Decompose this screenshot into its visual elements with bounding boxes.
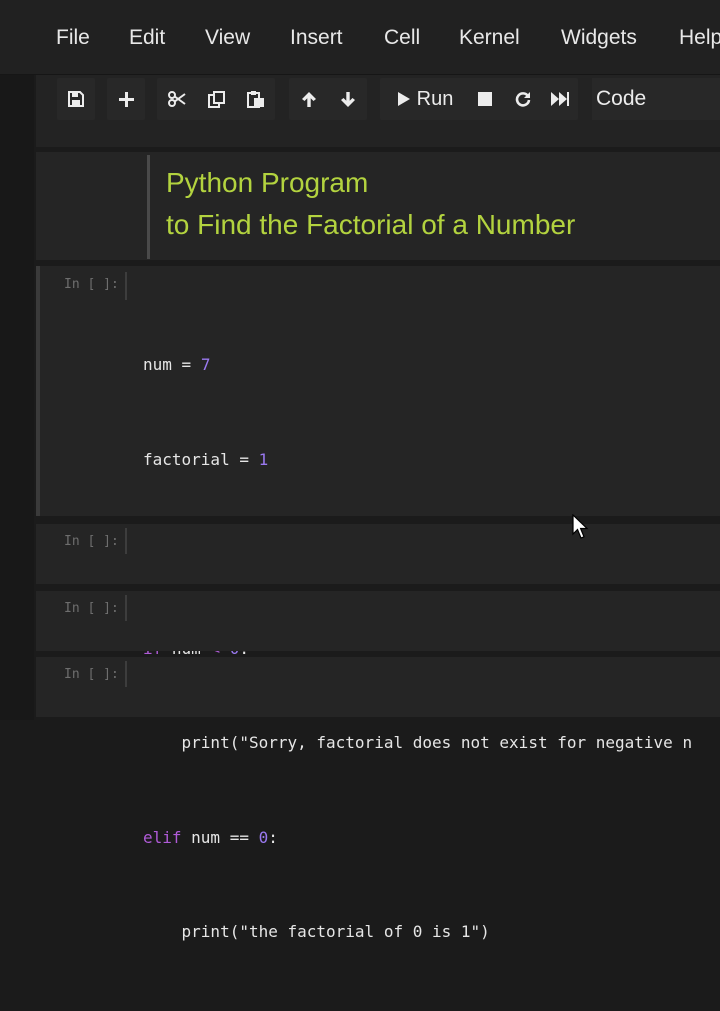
code-token: elif [143,827,182,847]
toolbar-group-run: Run [380,78,578,120]
menu-kernel[interactable]: Kernel [459,26,520,50]
copy-icon [208,90,225,108]
arrow-up-icon [302,91,316,107]
clipboard-icon [247,90,264,108]
code-cell[interactable]: In [ ]: num = 7 factorial = 1 if num < 0… [36,266,720,941]
menu-cell[interactable]: Cell [384,26,420,50]
cell-type-select[interactable]: Code [592,78,720,120]
cut-button[interactable] [157,78,197,120]
code-line: num = 7 [143,349,692,381]
empty-cell-2[interactable]: In [ ]: [36,591,720,651]
empty-cell-3[interactable]: In [ ]: [36,657,720,717]
move-up-button[interactable] [289,78,329,120]
code-token: = [229,449,259,469]
toolbar-group-move [289,78,367,120]
code-line: factorial = 1 [143,444,692,476]
play-icon [397,92,410,106]
toolbar: Run Code [36,75,720,147]
code-token: num [181,827,230,847]
menu-bar: File Edit View Insert Cell Kernel Widget… [0,0,720,75]
fast-forward-icon [551,92,569,106]
insert-cell-button[interactable] [107,78,145,120]
restart-icon [515,92,531,107]
prompt-divider [125,528,127,554]
interrupt-kernel-button[interactable] [466,78,504,120]
paste-button[interactable] [237,78,275,120]
cell-prompt: In [ ]: [64,601,119,616]
menu-insert[interactable]: Insert [290,26,343,50]
plus-icon [118,91,134,107]
code-token: = [171,355,201,374]
markdown-cell[interactable]: Python Program to Find the Factorial of … [36,152,720,260]
code-token: == [229,827,249,847]
left-gutter [0,75,34,720]
code-token: 7 [200,355,211,374]
arrow-down-icon [341,91,355,107]
stop-icon [478,92,492,106]
code-line: print("the factorial of 0 is 1") [143,916,692,948]
menu-view[interactable]: View [205,26,250,50]
restart-kernel-button[interactable] [504,78,542,120]
empty-cell-1[interactable]: In [ ]: [36,524,720,584]
code-token: print("Sorry, factorial does not exist f… [143,733,693,752]
code-token: factorial [143,449,230,469]
menu-help[interactable]: Help [679,26,720,50]
code-line: print("Sorry, factorial does not exist f… [143,727,693,759]
markdown-title-line-1: Python Program [166,167,369,198]
cell-prompt: In [ ]: [64,277,119,292]
run-label: Run [416,87,454,110]
code-token: : [268,827,278,847]
run-all-button[interactable] [542,78,578,120]
prompt-divider [125,661,127,687]
menu-widgets[interactable]: Widgets [561,26,637,50]
cell-prompt: In [ ]: [64,534,119,549]
mouse-cursor-icon [572,514,589,539]
toolbar-group-clipboard [157,78,275,120]
save-button[interactable] [57,78,95,120]
prompt-divider [125,272,127,300]
code-token: 0 [258,827,269,847]
code-token: print("the factorial of 0 is 1") [143,922,490,941]
code-token: num [143,355,172,374]
menu-edit[interactable]: Edit [129,26,165,50]
prompt-divider [125,595,127,621]
move-down-button[interactable] [329,78,367,120]
floppy-disk-icon [68,91,84,107]
toolbar-group-insert [107,78,145,120]
scissors-icon [168,91,186,107]
code-line: elif num == 0: [143,822,692,854]
markdown-cell-divider [147,155,150,259]
code-token: 1 [258,449,269,469]
toolbar-group-save [57,78,95,120]
cell-prompt: In [ ]: [64,667,119,682]
menu-file[interactable]: File [56,26,90,50]
copy-button[interactable] [197,78,237,120]
markdown-title-line-2: to Find the Factorial of a Number [166,209,576,240]
run-button[interactable]: Run [384,78,466,120]
